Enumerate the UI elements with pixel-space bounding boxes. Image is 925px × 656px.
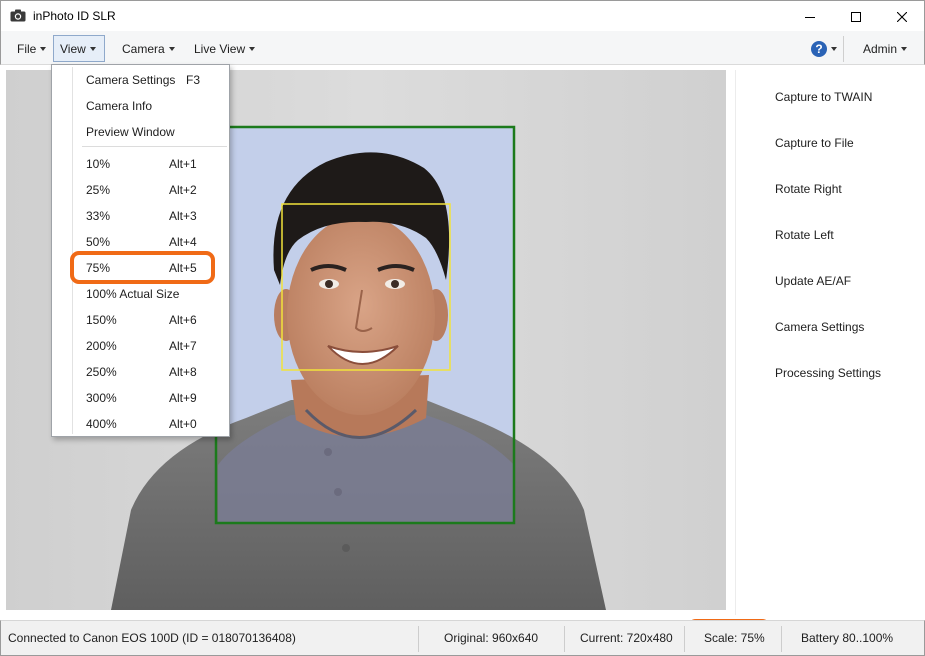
maximize-button[interactable] xyxy=(833,1,879,32)
window-title: inPhoto ID SLR xyxy=(33,9,116,23)
action-panel: Capture to TWAIN Capture to File Rotate … xyxy=(735,70,920,615)
view-menu-dropdown: Camera Settings F3 Camera Info Preview W… xyxy=(51,64,230,437)
menu-item-shortcut: Alt+3 xyxy=(169,209,197,223)
help-icon: ? xyxy=(811,40,827,57)
menu-admin[interactable]: Admin xyxy=(857,35,913,62)
menu-item-shortcut: Alt+8 xyxy=(169,365,197,379)
menu-item-shortcut: Alt+5 xyxy=(169,261,197,275)
menu-item-label: 150% xyxy=(86,313,117,327)
menu-divider xyxy=(843,36,844,62)
status-divider xyxy=(684,626,685,652)
menu-item-camera-info[interactable]: Camera Info xyxy=(52,92,229,118)
menu-bar: File View Camera Live View ? Admin xyxy=(0,31,925,65)
menu-item-label: Camera Info xyxy=(86,99,153,113)
title-bar: inPhoto ID SLR xyxy=(0,0,925,31)
menu-item-label: Preview Window xyxy=(86,125,175,139)
camera-settings-button[interactable]: Camera Settings xyxy=(775,320,864,334)
status-original-size: Original: 960x640 xyxy=(444,631,539,645)
menu-item-zoom-200[interactable]: 200% Alt+7 xyxy=(52,332,229,358)
capture-to-twain-button[interactable]: Capture to TWAIN xyxy=(775,90,872,104)
chevron-down-icon xyxy=(168,46,175,51)
chevron-down-icon xyxy=(901,46,908,51)
minimize-icon xyxy=(805,16,815,18)
chevron-down-icon xyxy=(249,46,256,51)
rotate-right-button[interactable]: Rotate Right xyxy=(775,182,842,196)
processing-settings-button[interactable]: Processing Settings xyxy=(775,366,881,380)
menu-item-label: 10% xyxy=(86,157,111,171)
menu-item-label: 25% xyxy=(86,183,111,197)
menu-item-camera-settings[interactable]: Camera Settings F3 xyxy=(52,66,229,92)
menu-camera-label: Camera xyxy=(122,41,165,56)
menu-item-label: 200% xyxy=(86,339,117,353)
update-ae-af-button[interactable]: Update AE/AF xyxy=(775,274,851,288)
menu-item-label: 400% xyxy=(86,417,117,431)
menu-item-zoom-250[interactable]: 250% Alt+8 xyxy=(52,358,229,384)
menu-item-label: Camera Settings xyxy=(86,73,176,87)
menu-view[interactable]: View xyxy=(53,35,105,62)
menu-item-shortcut: Alt+6 xyxy=(169,313,197,327)
minimize-button[interactable] xyxy=(787,1,833,32)
menu-file-label: File xyxy=(17,41,37,56)
menu-item-shortcut: Alt+1 xyxy=(169,157,197,171)
chevron-down-icon xyxy=(831,46,837,51)
camera-icon xyxy=(10,9,26,22)
menu-item-label: 33% xyxy=(86,209,111,223)
chevron-down-icon xyxy=(40,46,47,51)
menu-item-shortcut: Alt+0 xyxy=(169,417,197,431)
menu-item-zoom-33[interactable]: 33% Alt+3 xyxy=(52,202,229,228)
menu-item-shortcut: F3 xyxy=(186,73,201,87)
menu-item-shortcut: Alt+9 xyxy=(169,391,197,405)
status-divider xyxy=(418,626,419,652)
menu-item-zoom-75[interactable]: 75% Alt+5 xyxy=(52,254,229,280)
status-bar: Connected to Canon EOS 100D (ID = 018070… xyxy=(0,620,925,656)
menu-item-label: 50% xyxy=(86,235,111,249)
menu-item-shortcut: Alt+2 xyxy=(169,183,197,197)
capture-to-file-button[interactable]: Capture to File xyxy=(775,136,854,150)
menu-live-view[interactable]: Live View xyxy=(188,35,261,62)
menu-item-zoom-50[interactable]: 50% Alt+4 xyxy=(52,228,229,254)
menu-item-zoom-100-actual[interactable]: 100% Actual Size xyxy=(52,280,229,306)
status-scale: Scale: 75% xyxy=(704,631,765,645)
face xyxy=(287,215,435,415)
menu-item-preview-window[interactable]: Preview Window xyxy=(52,118,229,144)
menu-item-zoom-150[interactable]: 150% Alt+6 xyxy=(52,306,229,332)
maximize-icon xyxy=(851,11,861,22)
menu-item-zoom-400[interactable]: 400% Alt+0 xyxy=(52,410,229,436)
menu-camera[interactable]: Camera xyxy=(116,35,181,62)
menu-item-shortcut: Alt+4 xyxy=(169,235,197,249)
menu-help[interactable]: ? xyxy=(805,35,843,62)
menu-item-label: 75% xyxy=(86,261,111,275)
chevron-down-icon xyxy=(89,46,96,51)
close-button[interactable] xyxy=(879,1,925,32)
menu-separator xyxy=(82,146,227,147)
menu-item-shortcut: Alt+7 xyxy=(169,339,197,353)
status-connection: Connected to Canon EOS 100D (ID = 018070… xyxy=(8,631,296,645)
menu-admin-label: Admin xyxy=(863,41,898,56)
rotate-left-button[interactable]: Rotate Left xyxy=(775,228,834,242)
menu-item-label: 100% Actual Size xyxy=(86,287,180,301)
menu-item-zoom-10[interactable]: 10% Alt+1 xyxy=(52,150,229,176)
status-battery: Battery 80..100% xyxy=(801,631,894,645)
menu-item-zoom-25[interactable]: 25% Alt+2 xyxy=(52,176,229,202)
menu-item-label: 250% xyxy=(86,365,117,379)
status-current-size: Current: 720x480 xyxy=(580,631,673,645)
close-icon xyxy=(897,11,907,22)
status-divider xyxy=(781,626,782,652)
status-divider xyxy=(564,626,565,652)
menu-item-zoom-300[interactable]: 300% Alt+9 xyxy=(52,384,229,410)
menu-item-label: 300% xyxy=(86,391,117,405)
menu-live-view-label: Live View xyxy=(194,41,246,56)
menu-view-label: View xyxy=(60,41,86,56)
menu-file[interactable]: File xyxy=(11,35,52,62)
